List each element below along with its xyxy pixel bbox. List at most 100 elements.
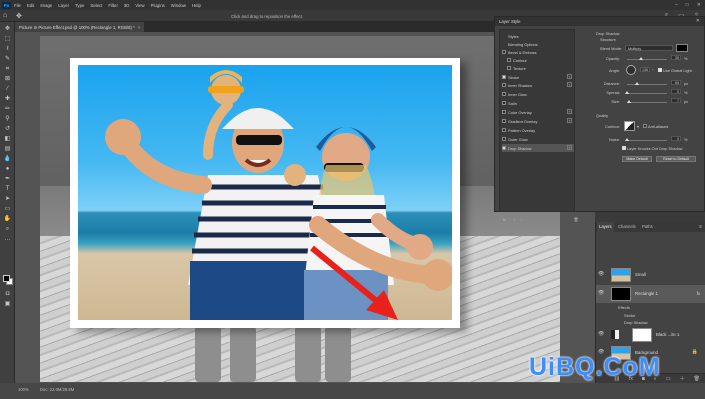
opacity-slider[interactable]	[627, 57, 667, 60]
checkbox[interactable]	[507, 58, 511, 62]
angle-dial-icon[interactable]	[626, 65, 636, 75]
checkbox-checked[interactable]	[502, 146, 506, 150]
maximize-icon[interactable]: □	[686, 2, 689, 8]
checkbox[interactable]	[502, 137, 506, 141]
pen-tool-icon[interactable]: ✒	[3, 175, 12, 183]
make-default-button[interactable]: Make Default	[622, 156, 652, 162]
foreground-color-swatch[interactable]	[3, 275, 10, 282]
menu-3d[interactable]: 3D	[124, 3, 130, 8]
menu-layer[interactable]: Layer	[58, 3, 69, 8]
document-canvas[interactable]	[40, 36, 560, 382]
style-item-stroke[interactable]: Stroke +	[502, 73, 574, 81]
lasso-tool-icon[interactable]: ℓ	[3, 45, 12, 53]
gradient-tool-icon[interactable]: ▤	[3, 145, 12, 153]
layer-style-title-bar[interactable]: Layer Style ✕	[495, 17, 704, 26]
checkbox[interactable]	[502, 101, 506, 105]
checkbox[interactable]	[502, 83, 506, 87]
menu-window[interactable]: Window	[171, 3, 186, 8]
menu-image[interactable]: Image	[40, 3, 52, 8]
add-effect-icon[interactable]: +	[567, 145, 572, 150]
blend-mode-select[interactable]: Multiply	[625, 45, 673, 51]
style-item-gradient-overlay[interactable]: Gradient Overlay +	[502, 117, 574, 125]
path-select-tool-icon[interactable]: ➤	[3, 195, 12, 203]
checkbox[interactable]	[502, 128, 506, 132]
menu-help[interactable]: Help	[192, 3, 201, 8]
eyedropper-tool-icon[interactable]: ⁄	[3, 85, 12, 93]
anti-aliased-checkbox[interactable]: Anti-aliased	[643, 124, 668, 129]
add-effect-icon[interactable]: +	[567, 74, 572, 79]
shadow-color-swatch[interactable]	[676, 44, 688, 52]
layer-row-small[interactable]: 👁 Small	[596, 266, 705, 284]
minimize-icon[interactable]: –	[675, 2, 678, 8]
distance-slider[interactable]	[627, 82, 667, 85]
knockout-checkbox[interactable]: Layer Knocks Out Drop Shadow	[622, 146, 683, 151]
visibility-eye-icon[interactable]: 👁	[598, 290, 604, 296]
noise-slider[interactable]	[625, 138, 667, 141]
layer-fx-badge[interactable]: fx	[697, 291, 700, 296]
quick-select-tool-icon[interactable]: ✎	[3, 55, 12, 63]
document-tab[interactable]: Picture In Picture Effect.psd @ 100% (Re…	[15, 22, 145, 32]
checkbox[interactable]	[502, 50, 506, 54]
style-item-pattern-overlay[interactable]: Pattern Overlay	[502, 126, 574, 134]
style-item-outer-glow[interactable]: Outer Glow	[502, 135, 574, 143]
close-icon[interactable]: ✕	[697, 2, 701, 8]
visibility-eye-icon[interactable]: 👁	[598, 331, 604, 337]
brush-tool-icon[interactable]: ✏	[3, 105, 12, 113]
menu-plugins[interactable]: Plugins	[151, 3, 165, 8]
crop-tool-icon[interactable]: ⌗	[3, 65, 12, 73]
quick-mask-icon[interactable]: ◘	[3, 290, 12, 298]
style-item-drop-shadow[interactable]: Drop Shadow +	[502, 144, 574, 152]
angle-input[interactable]: 136	[640, 67, 650, 72]
zoom-tool-icon[interactable]: ⌕	[3, 225, 12, 233]
style-item-styles[interactable]: Styles	[502, 32, 574, 40]
style-item-inner-shadow[interactable]: Inner Shadow +	[502, 81, 574, 89]
frame-tool-icon[interactable]: ⊠	[3, 75, 12, 83]
zoom-level[interactable]: 100%	[18, 387, 29, 392]
add-effect-icon[interactable]: +	[567, 82, 572, 87]
panel-menu-icon[interactable]: ≡	[699, 224, 702, 230]
size-input[interactable]: 7	[671, 98, 681, 103]
eraser-tool-icon[interactable]: ◧	[3, 135, 12, 143]
new-layer-icon[interactable]: ＋	[680, 375, 685, 382]
style-item-bevel-emboss[interactable]: Bevel & Emboss	[502, 48, 574, 56]
opacity-input[interactable]: 35	[671, 55, 681, 60]
add-effect-icon[interactable]: +	[567, 118, 572, 123]
folder-icon[interactable]: ▭	[666, 376, 671, 382]
dodge-tool-icon[interactable]: ●	[3, 165, 12, 173]
more-tools-icon[interactable]: …	[3, 235, 12, 243]
style-item-blending-options[interactable]: Blending Options	[502, 40, 574, 48]
tab-layers[interactable]: Layers	[597, 222, 614, 232]
history-brush-tool-icon[interactable]: ↺	[3, 125, 12, 133]
style-item-contour[interactable]: Contour	[502, 56, 574, 64]
add-effect-icon[interactable]: +	[567, 109, 572, 114]
close-icon[interactable]: ✕	[696, 17, 700, 26]
type-tool-icon[interactable]: T	[3, 185, 12, 193]
clone-stamp-tool-icon[interactable]: ⚲	[3, 115, 12, 123]
slider-knob[interactable]	[625, 91, 629, 94]
layer-effect-stroke[interactable]: Stroke	[624, 313, 635, 318]
visibility-eye-icon[interactable]: 👁	[598, 271, 604, 277]
global-light-checkbox[interactable]: Use Global Light	[658, 68, 692, 73]
noise-input[interactable]: 0	[671, 136, 681, 141]
tab-channels[interactable]: Channels	[616, 222, 638, 232]
menu-edit[interactable]: Edit	[27, 3, 34, 8]
checkbox[interactable]	[502, 110, 506, 114]
move-up-icon[interactable]: ↑	[513, 217, 515, 222]
slider-knob[interactable]	[639, 57, 643, 60]
layer-row-black-white[interactable]: 👁 Black ...ite 1	[596, 326, 705, 344]
close-tab-icon[interactable]: ×	[138, 25, 141, 30]
rectangle-tool-icon[interactable]: ▭	[3, 205, 12, 213]
checkbox[interactable]	[502, 92, 506, 96]
home-icon[interactable]: ⌂	[3, 12, 7, 19]
style-item-texture[interactable]: Texture	[502, 64, 574, 72]
marquee-tool-icon[interactable]: ⬚	[3, 35, 12, 43]
checkbox[interactable]	[507, 66, 511, 70]
move-tool-icon[interactable]: ✥	[3, 25, 12, 33]
slider-knob[interactable]	[625, 138, 629, 141]
fx-icon[interactable]: fx	[503, 217, 506, 222]
move-tool-icon[interactable]: ✥	[16, 12, 22, 20]
menu-file[interactable]: File	[14, 3, 21, 8]
menu-filter[interactable]: Filter	[108, 3, 118, 8]
contour-preview-icon[interactable]	[624, 121, 635, 131]
spread-slider[interactable]	[625, 91, 667, 94]
